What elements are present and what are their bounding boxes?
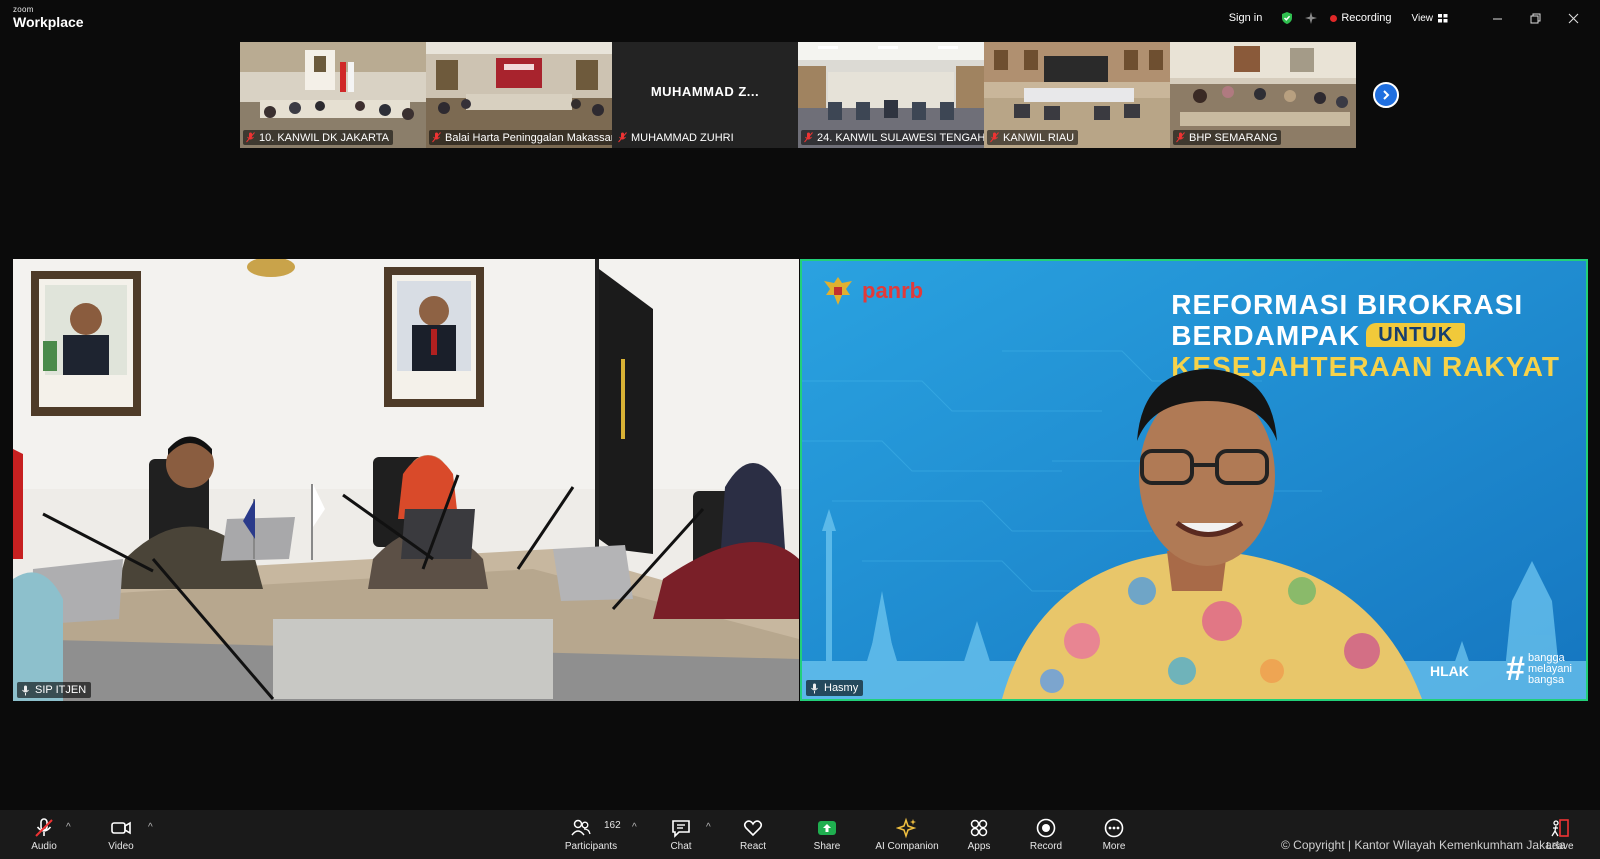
video-camera-icon <box>111 821 131 835</box>
participant-name: SIP ITJEN <box>35 684 87 696</box>
minimize-button[interactable] <box>1478 0 1516 36</box>
more-label: More <box>1102 841 1126 852</box>
chat-bubble-icon <box>672 820 690 838</box>
apps-icon <box>970 819 988 837</box>
participant-name-label: BHP SEMARANG <box>1173 130 1282 145</box>
participant-video <box>13 259 799 701</box>
participant-name-label: 10. KANWIL DK JAKARTA <box>243 130 394 145</box>
participant-name: BHP SEMARANG <box>1189 131 1278 144</box>
video-options-caret-icon[interactable]: ^ <box>148 822 153 833</box>
minimize-icon <box>1492 18 1502 19</box>
share-label: Share <box>813 841 841 852</box>
participant-tile[interactable]: BHP SEMARANG <box>1170 42 1356 148</box>
sign-in-link[interactable]: Sign in <box>1229 12 1263 24</box>
react-button[interactable]: React <box>738 810 768 859</box>
record-label: Record <box>1029 841 1063 852</box>
participant-name-label: MUHAMMAD ZUHRI <box>615 130 738 145</box>
view-button[interactable]: View <box>1412 13 1449 24</box>
react-label: React <box>739 841 767 852</box>
speaker-video <box>1002 369 1422 699</box>
brand-main-text: Workplace <box>13 14 84 30</box>
participant-name-label: SIP ITJEN <box>17 682 92 698</box>
mic-muted-icon <box>432 132 441 143</box>
mic-muted-icon <box>990 132 999 143</box>
participant-name: KANWIL RIAU <box>1003 131 1075 144</box>
restore-button[interactable] <box>1516 0 1554 36</box>
ai-companion-button[interactable]: AI Companion <box>873 810 941 859</box>
participant-name-label: Balai Harta Peninggalan Makassar <box>429 130 612 145</box>
participant-tile[interactable]: KANWIL RIAU <box>984 42 1170 148</box>
participants-icon <box>571 819 591 836</box>
heart-icon <box>743 820 763 837</box>
restore-icon <box>1530 13 1540 23</box>
microphone-muted-icon <box>35 818 53 837</box>
main-video-tile-active-speaker[interactable]: panrb REFORMASI BIROKRASI BERDAMPAK UNTUK… <box>800 259 1588 701</box>
participant-count: 162 <box>604 820 621 831</box>
chat-button[interactable]: Chat <box>666 810 696 859</box>
more-button[interactable]: More <box>1098 810 1130 859</box>
close-button[interactable] <box>1554 0 1592 36</box>
leave-door-icon <box>1551 819 1569 837</box>
copyright-watermark: © Copyright | Kantor Wilayah Kemenkumham… <box>1281 838 1566 852</box>
video-label: Video <box>108 841 134 852</box>
mic-muted-icon <box>1176 132 1185 143</box>
mic-icon <box>22 685 29 695</box>
participant-name-label: 24. KANWIL SULAWESI TENGAH <box>801 130 984 145</box>
recording-label: Recording <box>1341 12 1392 24</box>
participant-name-label: Hasmy <box>806 680 864 696</box>
share-button[interactable]: Share <box>811 810 843 859</box>
participants-options-caret-icon[interactable]: ^ <box>632 822 637 833</box>
ai-companion-sparkle-icon <box>896 817 917 839</box>
participant-name: MUHAMMAD ZUHRI <box>631 131 734 144</box>
title-bar: zoom Workplace Sign in Recording View <box>0 0 1600 36</box>
zoom-window: zoom Workplace Sign in Recording View 10… <box>0 0 1600 859</box>
close-icon <box>1568 13 1578 23</box>
mic-muted-icon <box>246 132 255 143</box>
grid-view-icon <box>1438 13 1448 22</box>
brand-top-text: zoom <box>13 5 34 14</box>
recording-indicator[interactable]: Recording <box>1330 12 1392 24</box>
participant-tile[interactable]: MUHAMMAD Z... MUHAMMAD ZUHRI <box>612 42 798 148</box>
mic-muted-icon <box>618 132 627 143</box>
audio-button[interactable]: Audio <box>28 810 60 859</box>
record-icon <box>1036 818 1056 838</box>
hashtag-logo: # bangga melayani bangsa <box>1506 650 1572 689</box>
apps-button[interactable]: Apps <box>964 810 994 859</box>
participants-label: Participants <box>564 841 618 852</box>
akhlak-text: HLAK <box>1430 663 1469 679</box>
participant-name: Hasmy <box>824 682 859 694</box>
ai-companion-label: AI Companion <box>875 841 939 852</box>
ai-sparkle-icon[interactable] <box>1304 11 1318 25</box>
participant-tile[interactable]: 10. KANWIL DK JAKARTA <box>240 42 426 148</box>
audio-label: Audio <box>31 841 57 852</box>
encryption-shield-icon[interactable] <box>1280 11 1294 25</box>
hashtag-icon: # <box>1506 650 1525 688</box>
record-button[interactable]: Record <box>1029 810 1063 859</box>
share-screen-icon <box>818 821 836 835</box>
participant-display-name: MUHAMMAD Z... <box>650 83 760 99</box>
video-filmstrip: 10. KANWIL DK JAKARTA Balai Harta Pening… <box>240 42 1360 148</box>
more-options-icon <box>1104 818 1124 838</box>
audio-options-caret-icon[interactable]: ^ <box>66 822 71 833</box>
mic-icon <box>811 683 818 693</box>
mic-muted-icon <box>804 132 813 143</box>
next-page-button[interactable] <box>1373 82 1399 108</box>
participant-name-label: KANWIL RIAU <box>987 130 1079 145</box>
participant-name: 24. KANWIL SULAWESI TENGAH <box>817 131 984 144</box>
main-video-tile-left[interactable]: SIP ITJEN <box>13 259 799 701</box>
hashtag-line-3: bangsa <box>1527 674 1565 686</box>
chat-options-caret-icon[interactable]: ^ <box>706 822 711 833</box>
apps-label: Apps <box>967 841 991 852</box>
participant-tile[interactable]: 24. KANWIL SULAWESI TENGAH <box>798 42 984 148</box>
participant-name: Balai Harta Peninggalan Makassar <box>445 131 612 144</box>
video-button[interactable]: Video <box>105 810 137 859</box>
view-label: View <box>1411 12 1434 24</box>
participants-button[interactable]: Participants <box>558 810 624 859</box>
zoom-logo: zoom Workplace <box>13 5 84 30</box>
participant-name: 10. KANWIL DK JAKARTA <box>259 131 390 144</box>
chat-label: Chat <box>670 841 692 852</box>
participant-tile[interactable]: Balai Harta Peninggalan Makassar <box>426 42 612 148</box>
chevron-right-icon <box>1383 90 1390 100</box>
recording-dot-icon <box>1330 14 1338 22</box>
